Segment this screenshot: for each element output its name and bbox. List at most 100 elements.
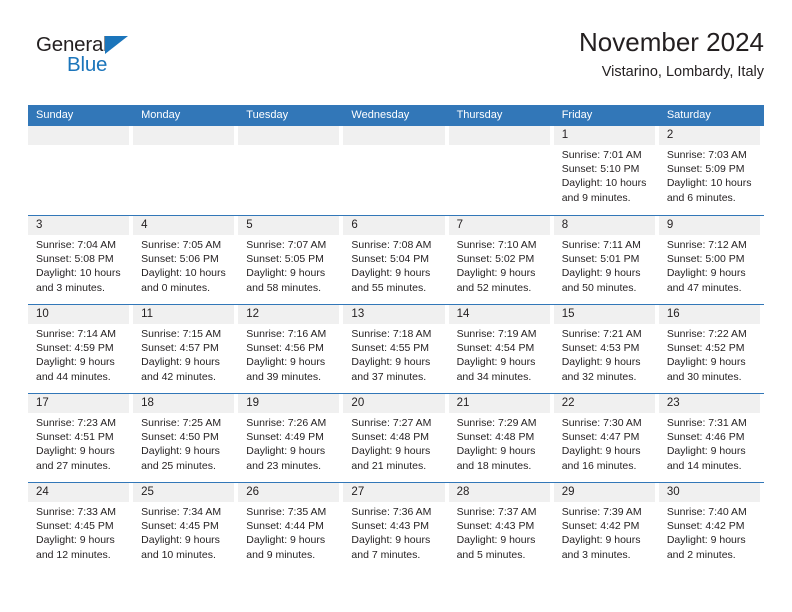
daylight-text: Daylight: 9 hours — [351, 356, 431, 369]
day-details: Sunrise: 7:10 AM Sunset: 5:02 PM Daylight:… — [449, 235, 550, 295]
sunset-text: Sunset: 4:50 PM — [141, 431, 219, 444]
daylight-text-cont: and 16 minutes. — [561, 459, 637, 472]
day-cell-18[interactable]: 18 Sunrise: 7:25 AM Sunset: 4:50 PM Dayligh… — [133, 394, 238, 482]
sunset-text: Sunset: 4:42 PM — [561, 520, 640, 533]
sunrise-text: Sunrise: 7:11 AM — [561, 239, 641, 251]
daylight-text: Daylight: 9 hours — [141, 534, 220, 547]
daylight-text-cont: and 12 minutes. — [36, 548, 111, 561]
daylight-text: Daylight: 9 hours — [36, 534, 115, 547]
day-cell-21[interactable]: 21 Sunrise: 7:29 AM Sunset: 4:48 PM Dayligh… — [448, 394, 554, 482]
sunset-text: Sunset: 5:06 PM — [141, 253, 219, 266]
weekday-header-sunday: Sunday — [36, 109, 74, 121]
day-number: 4 — [133, 216, 235, 235]
day-cell-15[interactable]: 15 Sunrise: 7:21 AM Sunset: 4:53 PM Dayligh… — [553, 305, 659, 393]
day-cell-2[interactable]: 2 Sunrise: 7:03 AM Sunset: 5:09 PM Daylight… — [658, 126, 764, 215]
day-details: Sunrise: 7:08 AM Sunset: 5:04 PM Daylight:… — [343, 235, 444, 295]
day-cell-30[interactable]: 30 Sunrise: 7:40 AM Sunset: 4:42 PM Dayligh… — [658, 483, 764, 571]
brand-logo[interactable]: General Blue — [36, 34, 196, 86]
day-cell-9[interactable]: 9 Sunrise: 7:12 AM Sunset: 5:00 PM Daylight… — [658, 216, 764, 304]
day-cell-7[interactable]: 7 Sunrise: 7:10 AM Sunset: 5:02 PM Daylight… — [448, 216, 554, 304]
day-details: Sunrise: 7:12 AM Sunset: 5:00 PM Daylight:… — [659, 235, 760, 295]
daylight-text: Daylight: 9 hours — [666, 267, 746, 280]
week-row: 17 Sunrise: 7:23 AM Sunset: 4:51 PM Dayligh… — [28, 393, 764, 482]
day-cell-5[interactable]: 5 Sunrise: 7:07 AM Sunset: 5:05 PM Daylight… — [238, 216, 343, 304]
day-cell-16[interactable]: 16 Sunrise: 7:22 AM Sunset: 4:52 PM Dayligh… — [658, 305, 764, 393]
day-cell-11[interactable]: 11 Sunrise: 7:15 AM Sunset: 4:57 PM Dayligh… — [133, 305, 238, 393]
day-number: 6 — [343, 216, 445, 235]
daylight-text-cont: and 30 minutes. — [666, 370, 742, 383]
day-number: 1 — [553, 126, 655, 145]
sunrise-text: Sunrise: 7:30 AM — [561, 417, 642, 429]
sunrise-text: Sunrise: 7:18 AM — [351, 328, 432, 340]
daylight-text: Daylight: 9 hours — [456, 267, 536, 280]
weekday-header-wednesday: Wednesday — [351, 109, 410, 121]
day-details: Sunrise: 7:15 AM Sunset: 4:57 PM Daylight:… — [133, 324, 234, 384]
sunrise-text: Sunrise: 7:37 AM — [456, 506, 537, 518]
day-cell-8[interactable]: 8 Sunrise: 7:11 AM Sunset: 5:01 PM Daylight… — [553, 216, 659, 304]
day-cell-13[interactable]: 13 Sunrise: 7:18 AM Sunset: 4:55 PM Dayligh… — [343, 305, 448, 393]
title-block: November 2024 Vistarino, Lombardy, Italy — [579, 26, 764, 83]
weekday-header-row: Sunday Monday Tuesday Wednesday Thursday Frid… — [28, 105, 764, 126]
day-cell-10[interactable]: 10 Sunrise: 7:14 AM Sunset: 4:59 PM Dayligh… — [28, 305, 133, 393]
day-cell-empty — [238, 126, 343, 215]
day-cell-24[interactable]: 24 Sunrise: 7:33 AM Sunset: 4:45 PM Dayligh… — [28, 483, 133, 571]
day-cell-29[interactable]: 29 Sunrise: 7:39 AM Sunset: 4:42 PM Dayligh… — [553, 483, 659, 571]
day-cell-17[interactable]: 17 Sunrise: 7:23 AM Sunset: 4:51 PM Dayligh… — [28, 394, 133, 482]
day-cell-6[interactable]: 6 Sunrise: 7:08 AM Sunset: 5:04 PM Daylight… — [343, 216, 448, 304]
day-cell-19[interactable]: 19 Sunrise: 7:26 AM Sunset: 4:49 PM Dayligh… — [238, 394, 343, 482]
daylight-text: Daylight: 9 hours — [456, 534, 536, 547]
sunset-text: Sunset: 4:49 PM — [246, 431, 324, 444]
day-cell-28[interactable]: 28 Sunrise: 7:37 AM Sunset: 4:43 PM Dayligh… — [448, 483, 554, 571]
day-number — [28, 126, 130, 145]
day-cell-26[interactable]: 26 Sunrise: 7:35 AM Sunset: 4:44 PM Dayligh… — [238, 483, 343, 571]
day-cell-22[interactable]: 22 Sunrise: 7:30 AM Sunset: 4:47 PM Dayligh… — [553, 394, 659, 482]
day-cell-23[interactable]: 23 Sunrise: 7:31 AM Sunset: 4:46 PM Dayligh… — [658, 394, 764, 482]
day-cell-1[interactable]: 1 Sunrise: 7:01 AM Sunset: 5:10 PM Daylight… — [553, 126, 659, 215]
sunset-text: Sunset: 4:59 PM — [36, 342, 114, 355]
day-cell-12[interactable]: 12 Sunrise: 7:16 AM Sunset: 4:56 PM Dayligh… — [238, 305, 343, 393]
daylight-text-cont: and 32 minutes. — [561, 370, 637, 383]
day-cell-3[interactable]: 3 Sunrise: 7:04 AM Sunset: 5:08 PM Daylight… — [28, 216, 133, 304]
day-number: 30 — [658, 483, 760, 502]
day-cell-20[interactable]: 20 Sunrise: 7:27 AM Sunset: 4:48 PM Dayligh… — [343, 394, 448, 482]
day-details: Sunrise: 7:16 AM Sunset: 4:56 PM Daylight:… — [238, 324, 339, 384]
sunset-text: Sunset: 4:56 PM — [246, 342, 324, 355]
daylight-text-cont: and 23 minutes. — [246, 459, 321, 472]
day-details: Sunrise: 7:11 AM Sunset: 5:01 PM Daylight:… — [554, 235, 655, 295]
day-number: 20 — [343, 394, 445, 413]
sunset-text: Sunset: 5:01 PM — [561, 253, 640, 266]
daylight-text-cont: and 7 minutes. — [351, 548, 421, 561]
sunset-text: Sunset: 4:45 PM — [36, 520, 114, 533]
daylight-text: Daylight: 10 hours — [561, 177, 647, 190]
week-row: 24 Sunrise: 7:33 AM Sunset: 4:45 PM Dayligh… — [28, 482, 764, 571]
sunrise-text: Sunrise: 7:10 AM — [456, 239, 537, 251]
daylight-text: Daylight: 9 hours — [246, 534, 326, 547]
sunrise-text: Sunrise: 7:22 AM — [666, 328, 747, 340]
day-number: 10 — [28, 305, 130, 324]
day-details — [238, 145, 339, 148]
day-cell-25[interactable]: 25 Sunrise: 7:34 AM Sunset: 4:45 PM Dayligh… — [133, 483, 238, 571]
day-details: Sunrise: 7:27 AM Sunset: 4:48 PM Daylight:… — [343, 413, 444, 473]
day-cell-empty — [133, 126, 238, 215]
day-cell-14[interactable]: 14 Sunrise: 7:19 AM Sunset: 4:54 PM Dayligh… — [448, 305, 554, 393]
sunrise-text: Sunrise: 7:25 AM — [141, 417, 222, 429]
sunset-text: Sunset: 4:44 PM — [246, 520, 324, 533]
sunrise-text: Sunrise: 7:07 AM — [246, 239, 327, 251]
daylight-text-cont: and 44 minutes. — [36, 370, 111, 383]
calendar-page: General Blue November 2024 Vistarino, Lo… — [0, 0, 792, 612]
day-details — [343, 145, 444, 148]
sunset-text: Sunset: 5:02 PM — [456, 253, 535, 266]
day-number: 18 — [133, 394, 235, 413]
sunrise-text: Sunrise: 7:04 AM — [36, 239, 116, 251]
day-cell-27[interactable]: 27 Sunrise: 7:36 AM Sunset: 4:43 PM Dayligh… — [343, 483, 448, 571]
daylight-text-cont: and 3 minutes. — [36, 281, 105, 294]
day-cell-4[interactable]: 4 Sunrise: 7:05 AM Sunset: 5:06 PM Daylight… — [133, 216, 238, 304]
day-number: 7 — [448, 216, 550, 235]
daylight-text: Daylight: 9 hours — [36, 356, 115, 369]
sunrise-text: Sunrise: 7:01 AM — [561, 149, 642, 161]
daylight-text: Daylight: 9 hours — [246, 445, 326, 458]
daylight-text: Daylight: 10 hours — [141, 267, 226, 280]
daylight-text-cont: and 34 minutes. — [456, 370, 532, 383]
daylight-text-cont: and 14 minutes. — [666, 459, 742, 472]
day-details: Sunrise: 7:18 AM Sunset: 4:55 PM Daylight:… — [343, 324, 444, 384]
